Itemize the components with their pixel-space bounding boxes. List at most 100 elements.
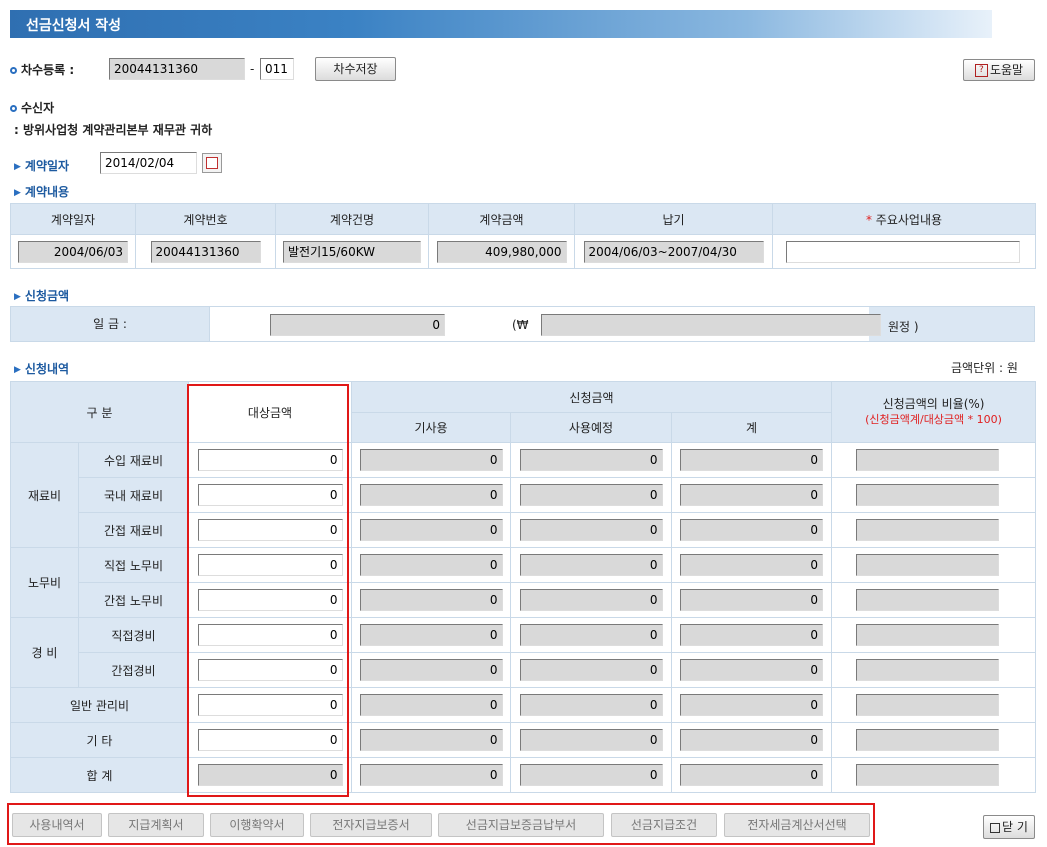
header-category: 구 분	[10, 381, 189, 443]
ratio-amount-input	[856, 589, 1000, 611]
target-amount-input[interactable]	[197, 694, 343, 716]
detail-row: 일반 관리비	[10, 687, 1037, 723]
bottom-button[interactable]: 선금지급조건	[611, 813, 717, 837]
group-label-expense: 경 비	[10, 617, 79, 688]
total-amount-input	[680, 624, 824, 646]
detail-row: 노무비 직접 노무비	[10, 547, 1037, 618]
row-label: 간접경비	[78, 652, 189, 688]
used-amount-input	[359, 554, 503, 576]
planned-amount-input	[519, 554, 663, 576]
detail-row: 국내 재료비	[11, 477, 1037, 513]
col-contract-number: 계약번호	[135, 203, 276, 235]
detail-row: 간접 재료비	[11, 512, 1037, 548]
help-label: 도움말	[989, 63, 1024, 77]
used-amount-input	[359, 764, 503, 786]
bottom-button[interactable]: 선금지급보증금납부서	[438, 813, 604, 837]
close-label: 닫 기	[1002, 820, 1028, 834]
request-details-header: ▶ 신청내역	[14, 360, 69, 377]
total-amount-input	[680, 449, 824, 471]
bottom-button[interactable]: 이행확약서	[210, 813, 304, 837]
row-label: 기 타	[10, 722, 189, 758]
row-label: 직접 노무비	[78, 547, 189, 583]
row-label: 간접 노무비	[78, 582, 189, 618]
planned-amount-input	[519, 694, 663, 716]
total-amount-input	[680, 659, 824, 681]
total-amount-input	[680, 519, 824, 541]
round-save-button[interactable]: 차수저장	[315, 57, 396, 81]
group-label-material: 재료비	[10, 442, 79, 548]
used-amount-input	[359, 484, 503, 506]
used-amount-input	[359, 449, 503, 471]
target-amount-input[interactable]	[197, 624, 343, 646]
col-contract-amount: 계약금액	[428, 203, 575, 235]
used-amount-input	[359, 659, 503, 681]
target-amount-input[interactable]	[197, 589, 343, 611]
row-label: 일반 관리비	[10, 687, 189, 723]
col-main-business: * 주요사업내용	[772, 203, 1036, 235]
row-label: 합 계	[10, 757, 189, 793]
used-amount-input	[359, 694, 503, 716]
currency-open: (₩	[512, 318, 529, 332]
amount-field-label: 일 금 :	[11, 307, 210, 341]
main-business-input[interactable]	[786, 240, 1020, 263]
ratio-amount-input	[856, 449, 1000, 471]
korean-amount-input	[541, 314, 881, 336]
col-contract-name: 계약건명	[275, 203, 429, 235]
contract-amount-value	[436, 240, 567, 263]
bottom-button[interactable]: 전자세금계산서선택	[724, 813, 870, 837]
contract-date-header: ▶ 계약일자	[14, 157, 69, 174]
target-amount-input[interactable]	[197, 484, 343, 506]
ratio-amount-input	[856, 484, 1000, 506]
required-mark: *	[865, 212, 872, 227]
row-label: 직접경비	[78, 617, 189, 653]
request-amount-input	[270, 314, 445, 336]
header-ratio: 신청금액의 비율(%) (신청금액계/대상금액 * 100)	[831, 381, 1037, 443]
close-button[interactable]: 닫 기	[983, 815, 1035, 839]
recipient-label: 수신자	[21, 101, 55, 115]
bottom-button[interactable]: 지급계획서	[108, 813, 204, 837]
help-button[interactable]: ? 도움말	[963, 59, 1035, 81]
target-amount-input[interactable]	[197, 729, 343, 751]
bullet-circle-icon	[10, 67, 17, 74]
planned-amount-input	[519, 449, 663, 471]
target-amount-input[interactable]	[197, 449, 343, 471]
target-amount-input[interactable]	[197, 554, 343, 576]
header-target-amount: 대상금액	[188, 381, 352, 443]
contract-details-label: 계약내용	[24, 185, 70, 199]
request-amount-label: 신청금액	[24, 289, 70, 303]
row-label: 간접 재료비	[78, 512, 189, 548]
total-amount-input	[680, 729, 824, 751]
round-label: 차수등록 :	[21, 63, 75, 77]
header-request-amount: 신청금액	[350, 381, 833, 413]
triangle-bullet-icon: ▶	[14, 187, 21, 198]
target-amount-input[interactable]	[197, 659, 343, 681]
round-number-input[interactable]	[109, 58, 245, 80]
contract-date-input[interactable]	[100, 152, 197, 174]
ratio-amount-input	[856, 554, 1000, 576]
calendar-icon[interactable]	[202, 153, 222, 173]
used-amount-input	[359, 624, 503, 646]
recipient-value: : 방위사업청 계약관리본부 재무관 귀하	[14, 123, 213, 137]
used-amount-input	[359, 729, 503, 751]
contract-number-value	[150, 240, 261, 263]
triangle-bullet-icon: ▶	[14, 364, 21, 375]
contract-date-value	[18, 240, 128, 263]
title-bar: 선금신청서 작성	[10, 10, 992, 38]
round-separator: -	[250, 62, 255, 76]
bottom-button[interactable]: 사용내역서	[12, 813, 102, 837]
help-icon: ?	[974, 64, 988, 77]
used-amount-input	[359, 519, 503, 541]
total-amount-input	[680, 589, 824, 611]
target-amount-input	[197, 764, 343, 786]
currency-close: 원정 )	[888, 320, 919, 334]
contract-name-value	[283, 240, 421, 263]
round-suffix-input[interactable]	[260, 58, 294, 80]
total-amount-input	[680, 554, 824, 576]
target-amount-input[interactable]	[197, 519, 343, 541]
ratio-amount-input	[856, 729, 1000, 751]
bottom-button[interactable]: 전자지급보증서	[310, 813, 432, 837]
ratio-title: 신청금액의 비율(%)	[882, 397, 985, 411]
detail-row: 합 계	[10, 757, 1037, 793]
ratio-amount-input	[856, 694, 1000, 716]
detail-row: 기 타	[10, 722, 1037, 758]
